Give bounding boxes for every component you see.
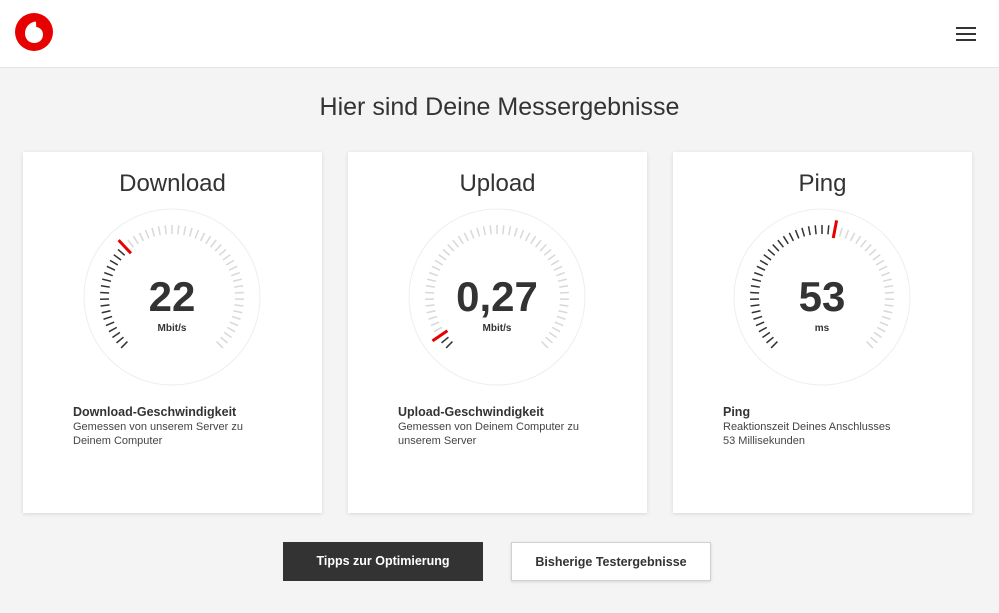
card-description: Gemessen von Deinem Computer zu unserem … xyxy=(398,420,598,448)
gauge-value: 22 xyxy=(149,273,196,320)
gauge-unit: Mbit/s xyxy=(483,323,512,334)
gauge-tick xyxy=(559,291,569,294)
gauge-tick xyxy=(100,291,110,294)
gauge-tick xyxy=(884,291,894,294)
gauge-tick xyxy=(234,291,244,294)
gauge-unit: ms xyxy=(815,323,830,334)
gauge-tick xyxy=(177,225,180,235)
card-label: Upload-Geschwindigkeit xyxy=(398,405,544,419)
header xyxy=(0,0,999,68)
gauge-value: 53 xyxy=(799,273,846,320)
card-title: Download xyxy=(119,170,226,197)
gauge-tick xyxy=(827,225,830,235)
gauge-tick xyxy=(489,225,492,235)
card-description-line: unserem Server xyxy=(398,435,477,447)
card-description-line: Gemessen von unserem Server zu xyxy=(73,421,243,433)
upload-card: Upload 0,27 Mbit/s Upload-Geschwindigkei… xyxy=(348,152,647,513)
ping-card: Ping 53 ms Ping Reaktionszeit Deines Ans… xyxy=(673,152,972,513)
gauge-tick xyxy=(164,225,167,235)
card-description-line: Reaktionszeit Deines Anschlusses xyxy=(723,421,891,433)
card-label: Ping xyxy=(723,405,751,419)
history-button[interactable]: Bisherige Testergebnisse xyxy=(511,542,711,581)
card-label: Download-Geschwindigkeit xyxy=(73,405,237,419)
card-description-line: Deinem Computer xyxy=(73,435,163,447)
card-description: Reaktionszeit Deines Anschlusses 53 Mill… xyxy=(723,420,923,448)
gauge-unit: Mbit/s xyxy=(158,323,187,334)
gauge-tick xyxy=(750,291,760,294)
download-gauge: 22 Mbit/s xyxy=(83,208,261,386)
gauge-value: 0,27 xyxy=(456,273,538,320)
card-title: Upload xyxy=(459,170,536,197)
gauge-tick xyxy=(814,225,817,235)
card-description-line: Gemessen von Deinem Computer zu xyxy=(398,421,579,433)
hamburger-menu-icon[interactable] xyxy=(956,25,978,43)
upload-gauge: 0,27 Mbit/s xyxy=(408,208,586,386)
card-description: Gemessen von unserem Server zu Deinem Co… xyxy=(73,420,273,448)
gauge-tick xyxy=(425,291,435,294)
ping-gauge: 53 ms xyxy=(733,208,911,386)
card-title: Ping xyxy=(798,170,847,197)
download-card: Download 22 Mbit/s Download-Geschwindigk… xyxy=(23,152,322,513)
page-title: Hier sind Deine Messergebnisse xyxy=(319,93,680,121)
tips-button[interactable]: Tipps zur Optimierung xyxy=(283,542,483,581)
vodafone-logo-icon[interactable] xyxy=(15,13,53,51)
card-description-line: 53 Millisekunden xyxy=(723,435,805,447)
gauge-tick xyxy=(502,225,505,235)
